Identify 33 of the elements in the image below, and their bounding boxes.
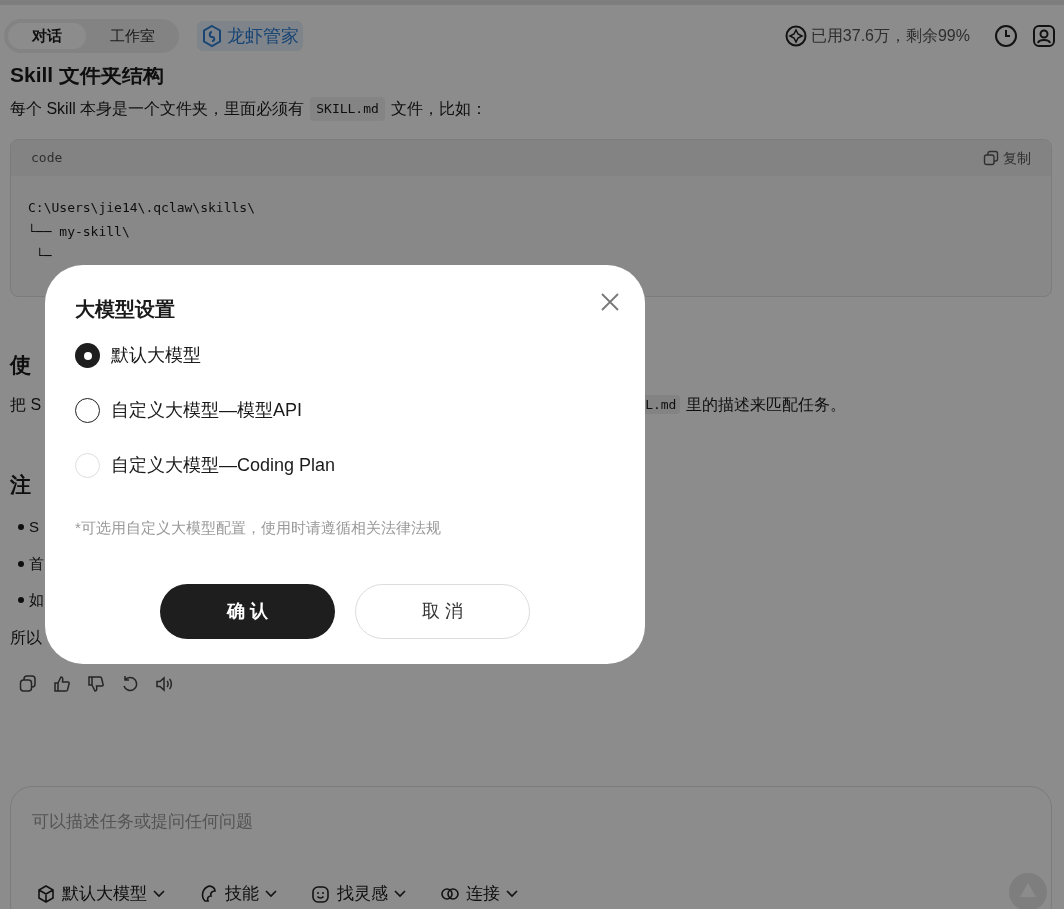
toolbar-dropdown[interactable]: 默认大模型 [36,881,165,907]
message-input[interactable]: 可以描述任务或提问任何问题 默认大模型 技能 找灵感 连接 [10,786,1052,909]
toolbar-dropdown[interactable]: 技能 [199,881,277,907]
inline-code: SKILL.md [310,97,385,121]
paragraph-text: 每个 Skill 本身是一个文件夹，里面必须有 [10,99,305,119]
list-item-text: S [29,517,39,537]
paragraph-text: 把 S [10,394,42,415]
input-placeholder: 可以描述任务或提问任何问题 [31,811,254,833]
section-heading: 注 [10,471,31,498]
brand-name: 龙虾管家 [227,24,299,48]
toolbar-dropdown[interactable]: 连接 [440,881,518,907]
code-line: C:\Users\jie14\.qclaw\skills\ [28,199,256,217]
paragraph-text: 文件，比如： [390,99,487,119]
dialog-title: 大模型设置 [75,297,175,322]
code-line: └─ [35,246,53,265]
radio-option[interactable]: 自定义大模型—Coding Plan [75,452,615,479]
copy-button[interactable]: 复制 [983,147,1031,169]
note-text: *可选用自定义大模型配置，使用时请遵循相关法律法规 [75,518,442,538]
usage-text: 已用37.6万，剩余99% [810,26,970,46]
paragraph-text: 所以 [10,627,42,648]
radio-option[interactable]: 默认大模型 [75,342,615,369]
code-language: code [31,149,63,168]
section-heading: 使 [10,352,31,378]
tab[interactable]: 对话 [8,23,86,49]
tab[interactable]: 工作室 [90,23,175,49]
paragraph-text: 里的描述来匹配任务。 [686,394,847,415]
cancel-button[interactable]: 取 消 [355,583,530,639]
list-item-text: 如 [29,590,44,610]
list-item-text: 首 [29,553,44,574]
toolbar-dropdown[interactable]: 找灵感 [311,881,406,907]
radio-option[interactable]: 自定义大模型—模型API [75,397,615,424]
code-line: └── my-skill\ [28,222,131,241]
confirm-button[interactable]: 确 认 [160,583,335,639]
